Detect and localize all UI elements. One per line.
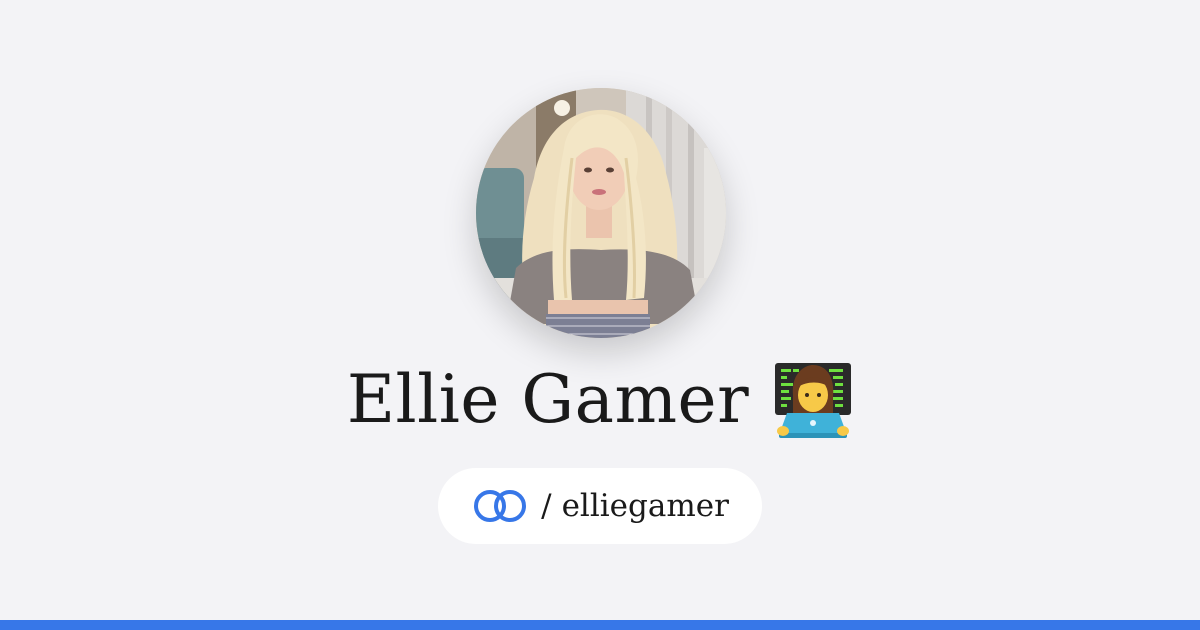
avatar-photo [476, 88, 726, 338]
linked-rings-icon [471, 488, 529, 524]
avatar [476, 88, 726, 338]
accent-bar [0, 620, 1200, 630]
username-link[interactable]: / elliegamer [438, 468, 762, 544]
name-row: Ellie Gamer [0, 358, 1200, 442]
woman-technologist-icon [773, 361, 853, 439]
username: elliegamer [561, 488, 729, 524]
display-name: Ellie Gamer [346, 361, 750, 438]
handle-separator: / [541, 488, 552, 524]
profile-card: Ellie Gamer / elliegamer [0, 0, 1200, 620]
